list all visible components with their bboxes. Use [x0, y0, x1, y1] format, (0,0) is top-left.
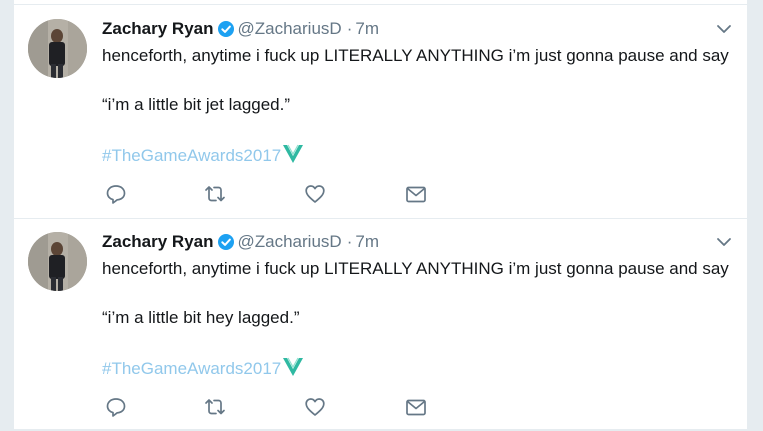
tweet-text-line: “i’m a little bit jet lagged.”: [102, 95, 291, 114]
tweet-actions: [102, 183, 462, 205]
retweet-icon[interactable]: [203, 183, 227, 205]
tweet-header: Zachary Ryan @ZachariusD · 7m: [102, 229, 379, 255]
hashtag-line: #TheGameAwards2017: [102, 143, 304, 169]
reply-icon[interactable]: [105, 183, 129, 205]
heart-icon[interactable]: [304, 183, 328, 205]
game-awards-hashflag-icon: [282, 356, 304, 378]
tweet-timestamp[interactable]: 7m: [355, 19, 379, 38]
chevron-down-icon[interactable]: [715, 235, 733, 249]
envelope-icon[interactable]: [405, 396, 429, 418]
hashtag-link[interactable]: #TheGameAwards2017: [102, 146, 281, 165]
author-handle[interactable]: @ZachariusD: [238, 19, 342, 38]
tweet-actions: [102, 396, 462, 418]
verified-badge-icon: [217, 234, 234, 250]
avatar[interactable]: [28, 19, 87, 78]
tweet-text-line: henceforth, anytime i fuck up LITERALLY …: [102, 46, 729, 65]
hashtag-line: #TheGameAwards2017: [102, 356, 304, 382]
tweet-text-line: “i’m a little bit hey lagged.”: [102, 308, 300, 327]
verified-badge-icon: [217, 21, 234, 37]
author-name[interactable]: Zachary Ryan: [102, 19, 214, 38]
chevron-down-icon[interactable]: [715, 22, 733, 36]
author-name[interactable]: Zachary Ryan: [102, 232, 214, 251]
tweet-text: henceforth, anytime i fuck up LITERALLY …: [102, 257, 742, 330]
hashtag-link[interactable]: #TheGameAwards2017: [102, 359, 281, 378]
tweet-header: Zachary Ryan @ZachariusD · 7m: [102, 16, 379, 42]
separator-dot: ·: [346, 232, 353, 251]
avatar[interactable]: [28, 232, 87, 291]
retweet-icon[interactable]: [203, 396, 227, 418]
timeline: Zachary Ryan @ZachariusD · 7m henceforth, a…: [14, 0, 747, 429]
separator-dot: ·: [346, 19, 353, 38]
game-awards-hashflag-icon: [282, 143, 304, 165]
tweet-timestamp[interactable]: 7m: [355, 232, 379, 251]
heart-icon[interactable]: [304, 396, 328, 418]
tweet[interactable]: Zachary Ryan @ZachariusD · 7m henceforth, a…: [14, 218, 747, 431]
tweet[interactable]: Zachary Ryan @ZachariusD · 7m henceforth, a…: [14, 4, 747, 219]
tweet-text: henceforth, anytime i fuck up LITERALLY …: [102, 44, 742, 117]
reply-icon[interactable]: [105, 396, 129, 418]
author-handle[interactable]: @ZachariusD: [238, 232, 342, 251]
tweet-text-line: henceforth, anytime i fuck up LITERALLY …: [102, 259, 729, 278]
envelope-icon[interactable]: [405, 183, 429, 205]
